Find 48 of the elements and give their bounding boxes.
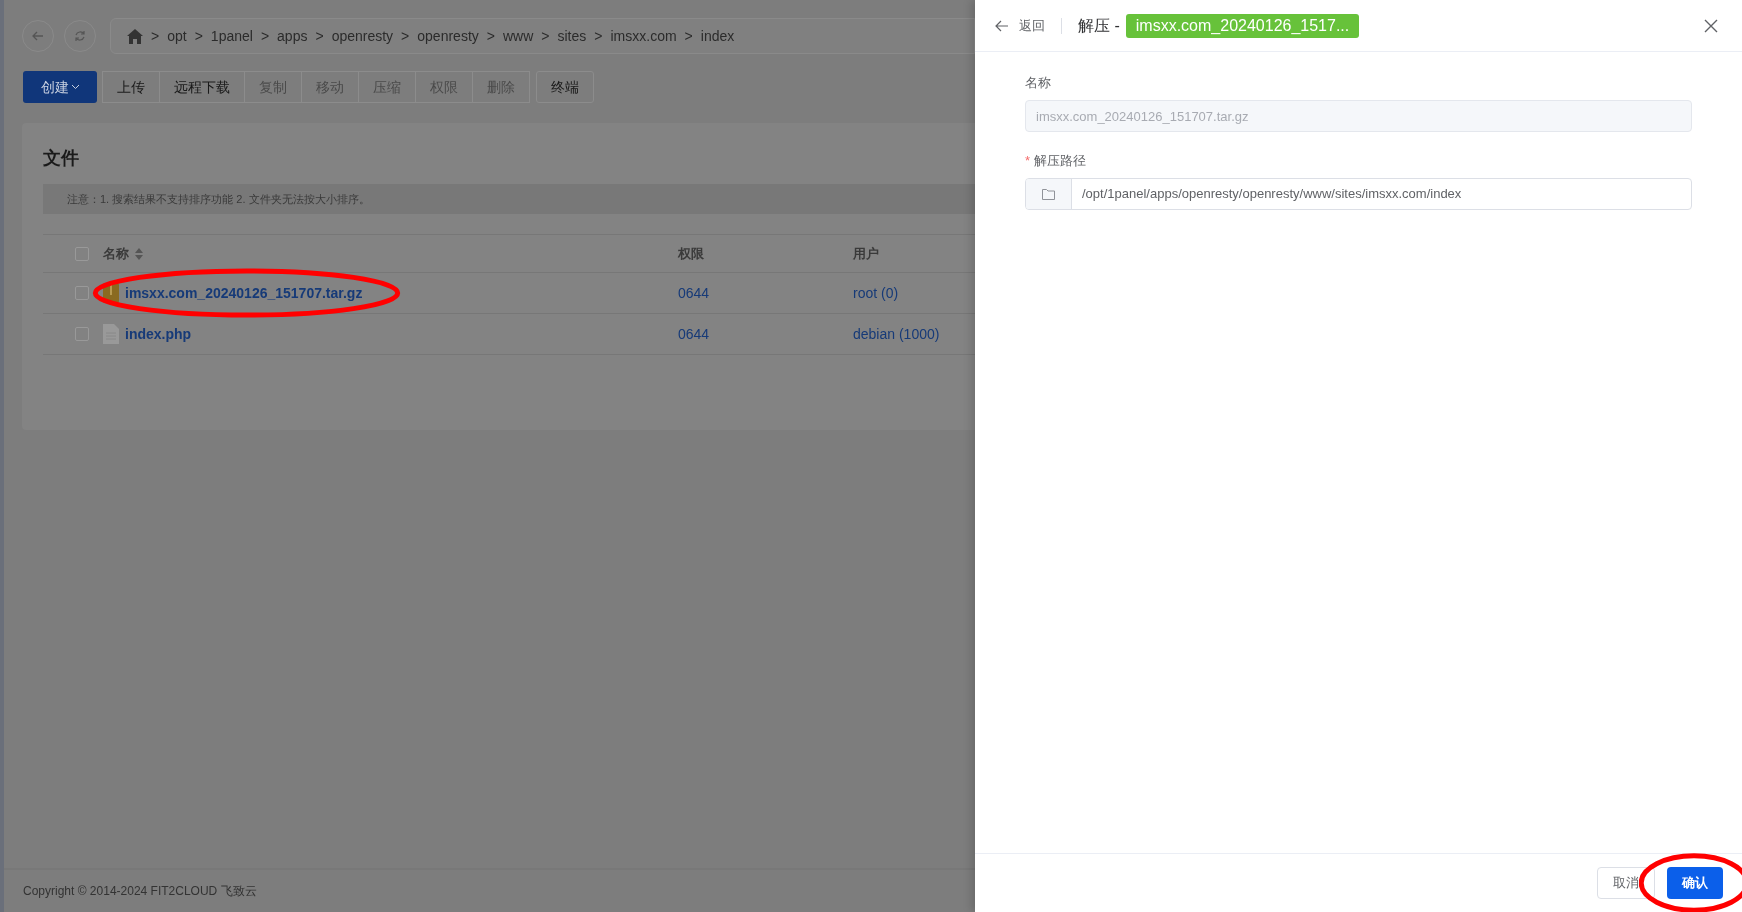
sort-icon[interactable]: [135, 247, 143, 260]
home-icon[interactable]: [127, 28, 143, 44]
refresh-icon: [74, 30, 86, 42]
breadcrumb-separator: >: [541, 26, 550, 46]
breadcrumb-link[interactable]: openresty: [331, 25, 394, 47]
breadcrumb-separator: >: [684, 26, 693, 46]
column-header: 权限: [678, 245, 704, 261]
breadcrumb-separator: >: [315, 26, 324, 46]
arrow-left-icon: [32, 30, 44, 42]
drawer-title: 解压 -: [1078, 15, 1120, 36]
permission-link[interactable]: 0644: [678, 284, 710, 301]
path-field[interactable]: /opt/1panel/apps/openresty/openresty/www/sites/imsxx.com/index: [1025, 178, 1692, 210]
breadcrumb-link[interactable]: index: [700, 25, 735, 47]
breadcrumb-link[interactable]: apps: [277, 25, 308, 47]
folder-icon[interactable]: [1042, 188, 1055, 200]
toolbar-button[interactable]: 远程下载: [159, 71, 245, 103]
toolbar-button[interactable]: 上传: [102, 71, 160, 103]
card-title: 文件: [43, 147, 80, 170]
breadcrumb-separator: >: [151, 26, 160, 46]
label-text: 解压路径: [1034, 152, 1087, 171]
copyright-text: Copyright © 2014-2024 FIT2CLOUD 飞致云: [23, 883, 257, 900]
column-header: 名称: [103, 244, 129, 263]
user-link[interactable]: debian (1000): [853, 325, 940, 342]
file-link[interactable]: index.php: [125, 323, 192, 345]
label-text: 名称: [1025, 74, 1051, 93]
required-mark: *: [1025, 152, 1031, 171]
permission-link[interactable]: 0644: [678, 325, 710, 342]
toolbar-button[interactable]: 终端: [536, 71, 594, 103]
breadcrumb-link[interactable]: sites: [557, 25, 587, 47]
breadcrumb-separator: >: [486, 26, 495, 46]
user-link[interactable]: root (0): [853, 284, 899, 301]
breadcrumb-link[interactable]: www: [502, 25, 534, 47]
breadcrumb-link[interactable]: imsxx.com: [610, 25, 677, 47]
chevron-down-icon: [70, 84, 80, 90]
breadcrumb-separator: >: [401, 26, 410, 46]
breadcrumb-separator: >: [260, 26, 270, 46]
breadcrumb-link[interactable]: 1panel: [210, 25, 253, 47]
toolbar-button[interactable]: 创建: [23, 71, 97, 103]
dialog-button[interactable]: 确认: [1667, 867, 1723, 899]
file-name-tag: imsxx.com_20240126_1517...: [1125, 13, 1360, 38]
breadcrumb-link[interactable]: openresty: [417, 25, 479, 47]
column-header: 用户: [853, 245, 879, 261]
arrow-left-icon: [995, 19, 1009, 32]
close-icon[interactable]: [1704, 18, 1718, 33]
breadcrumb-link[interactable]: opt: [167, 25, 187, 47]
back-link[interactable]: 返回: [995, 15, 1045, 36]
breadcrumb-separator: >: [194, 26, 203, 46]
breadcrumb-separator: >: [594, 26, 603, 46]
